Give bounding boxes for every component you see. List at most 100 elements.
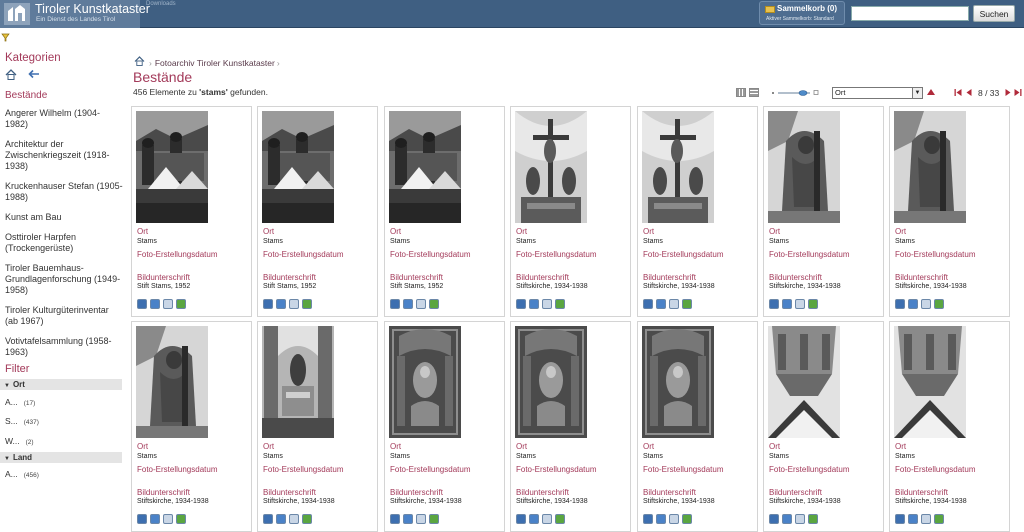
- result-card[interactable]: Ort Stams Foto-Erstellungsdatum Bilduntersc…: [510, 106, 631, 317]
- add-to-basket-icon[interactable]: [808, 299, 818, 309]
- document-icon[interactable]: [921, 514, 931, 524]
- thumbnail-image[interactable]: [768, 326, 840, 438]
- result-card[interactable]: Ort Stams Foto-Erstellungsdatum Bilduntersc…: [257, 106, 378, 317]
- info-icon[interactable]: [150, 299, 160, 309]
- back-arrow-icon[interactable]: [28, 69, 40, 79]
- document-icon[interactable]: [542, 299, 552, 309]
- prev-page-icon[interactable]: [965, 88, 973, 97]
- basket-button[interactable]: Sammelkorb (0) Aktiver Sammelkorb: Stand…: [759, 1, 845, 25]
- document-icon[interactable]: [163, 299, 173, 309]
- zoom-icon[interactable]: [769, 514, 779, 524]
- info-icon[interactable]: [656, 514, 666, 524]
- thumbnail-image[interactable]: [642, 111, 714, 223]
- category-item[interactable]: Tiroler Bauemhaus-Grundlagenforschung (1…: [5, 263, 123, 296]
- add-to-basket-icon[interactable]: [555, 514, 565, 524]
- result-card[interactable]: Ort Stams Foto-Erstellungsdatum Bilduntersc…: [763, 321, 884, 532]
- document-icon[interactable]: [289, 299, 299, 309]
- first-page-icon[interactable]: [954, 88, 962, 97]
- category-item[interactable]: Osttiroler Harpfen (Trockengerüste): [5, 232, 123, 254]
- thumbnail-image[interactable]: [262, 111, 334, 223]
- grid-view-icon[interactable]: [736, 88, 746, 97]
- next-page-icon[interactable]: [1004, 88, 1012, 97]
- add-to-basket-icon[interactable]: [176, 514, 186, 524]
- last-page-icon[interactable]: [1014, 88, 1022, 97]
- info-icon[interactable]: [276, 299, 286, 309]
- add-to-basket-icon[interactable]: [429, 514, 439, 524]
- bestaende-heading[interactable]: Bestände: [5, 90, 47, 101]
- result-card[interactable]: Ort Stams Foto-Erstellungsdatum Bilduntersc…: [384, 106, 505, 317]
- thumbnail-image[interactable]: [262, 326, 334, 438]
- document-icon[interactable]: [416, 299, 426, 309]
- facet-item[interactable]: S... (437): [5, 416, 39, 426]
- zoom-icon[interactable]: [895, 299, 905, 309]
- result-card[interactable]: Ort Stams Foto-Erstellungsdatum Bilduntersc…: [637, 106, 758, 317]
- category-item[interactable]: Architektur der Zwischenkriegszeit (1918…: [5, 139, 123, 172]
- add-to-basket-icon[interactable]: [808, 514, 818, 524]
- result-card[interactable]: Ort Stams Foto-Erstellungsdatum Bilduntersc…: [384, 321, 505, 532]
- facet-land-toggle[interactable]: ▼ Land: [0, 452, 122, 463]
- zoom-icon[interactable]: [263, 514, 273, 524]
- zoom-icon[interactable]: [390, 299, 400, 309]
- zoom-icon[interactable]: [516, 299, 526, 309]
- facet-ort-toggle[interactable]: ▼ Ort: [0, 379, 122, 390]
- search-button[interactable]: Suchen: [973, 5, 1015, 22]
- zoom-icon[interactable]: [263, 299, 273, 309]
- info-icon[interactable]: [403, 299, 413, 309]
- info-icon[interactable]: [276, 514, 286, 524]
- site-logo[interactable]: Tiroler Kunstkataster Ein Dienst des Lan…: [0, 0, 150, 28]
- category-item[interactable]: Angerer Wilhelm (1904-1982): [5, 108, 123, 130]
- zoom-icon[interactable]: [643, 514, 653, 524]
- zoom-icon[interactable]: [137, 299, 147, 309]
- zoom-icon[interactable]: [643, 299, 653, 309]
- downloads-link[interactable]: Downloads: [146, 1, 176, 7]
- result-card[interactable]: Ort Stams Foto-Erstellungsdatum Bilduntersc…: [257, 321, 378, 532]
- document-icon[interactable]: [921, 299, 931, 309]
- info-icon[interactable]: [403, 514, 413, 524]
- document-icon[interactable]: [795, 514, 805, 524]
- breadcrumb-link[interactable]: Fotoarchiv Tiroler Kunstkataster: [155, 58, 275, 68]
- search-input[interactable]: [851, 6, 969, 21]
- add-to-basket-icon[interactable]: [302, 514, 312, 524]
- result-card[interactable]: Ort Stams Foto-Erstellungsdatum Bilduntersc…: [637, 321, 758, 532]
- document-icon[interactable]: [669, 299, 679, 309]
- facet-item[interactable]: A... (456): [5, 469, 39, 479]
- info-icon[interactable]: [529, 514, 539, 524]
- thumbnail-image[interactable]: [768, 111, 840, 223]
- zoom-icon[interactable]: [516, 514, 526, 524]
- zoom-icon[interactable]: [895, 514, 905, 524]
- result-card[interactable]: Ort Stams Foto-Erstellungsdatum Bilduntersc…: [131, 106, 252, 317]
- document-icon[interactable]: [163, 514, 173, 524]
- thumbnail-image[interactable]: [515, 111, 587, 223]
- facet-item[interactable]: W... (2): [5, 436, 34, 446]
- info-icon[interactable]: [150, 514, 160, 524]
- info-icon[interactable]: [529, 299, 539, 309]
- thumbnail-image[interactable]: [894, 326, 966, 438]
- document-icon[interactable]: [289, 514, 299, 524]
- info-icon[interactable]: [908, 514, 918, 524]
- category-item[interactable]: Tiroler Kulturgüterinventar (ab 1967): [5, 305, 123, 327]
- zoom-icon[interactable]: [769, 299, 779, 309]
- info-icon[interactable]: [782, 514, 792, 524]
- add-to-basket-icon[interactable]: [555, 299, 565, 309]
- thumbnail-image[interactable]: [136, 326, 208, 438]
- add-to-basket-icon[interactable]: [934, 299, 944, 309]
- thumbnail-size-slider[interactable]: [772, 88, 820, 97]
- document-icon[interactable]: [542, 514, 552, 524]
- zoom-icon[interactable]: [137, 514, 147, 524]
- thumbnail-image[interactable]: [515, 326, 587, 438]
- add-to-basket-icon[interactable]: [934, 514, 944, 524]
- sort-ascending-icon[interactable]: [926, 88, 936, 96]
- result-card[interactable]: Ort Stams Foto-Erstellungsdatum Bilduntersc…: [763, 106, 884, 317]
- sort-select[interactable]: Ort ▼: [832, 87, 923, 99]
- add-to-basket-icon[interactable]: [682, 514, 692, 524]
- add-to-basket-icon[interactable]: [302, 299, 312, 309]
- thumbnail-image[interactable]: [389, 111, 461, 223]
- home-icon[interactable]: [5, 69, 17, 80]
- info-icon[interactable]: [908, 299, 918, 309]
- result-card[interactable]: Ort Stams Foto-Erstellungsdatum Bilduntersc…: [510, 321, 631, 532]
- result-card[interactable]: Ort Stams Foto-Erstellungsdatum Bilduntersc…: [889, 321, 1010, 532]
- zoom-icon[interactable]: [390, 514, 400, 524]
- document-icon[interactable]: [416, 514, 426, 524]
- add-to-basket-icon[interactable]: [176, 299, 186, 309]
- category-item[interactable]: Kruckenhauser Stefan (1905-1988): [5, 181, 123, 203]
